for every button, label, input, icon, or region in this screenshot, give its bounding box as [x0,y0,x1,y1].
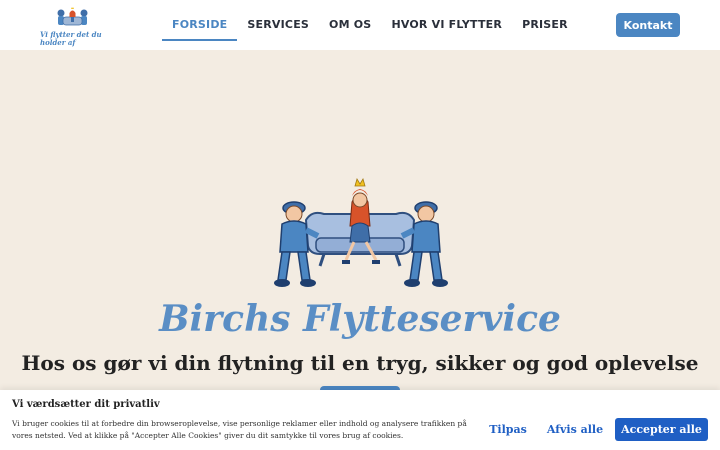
hero-title: Birchs Flytteservice [159,298,561,340]
nav-item-hvor-vi-flytter[interactable]: HVOR VI FLYTTER [381,11,512,41]
logo-tagline: Vi flytter det du holder af [40,30,102,47]
nav-item-om-os[interactable]: OM OS [319,11,381,41]
movers-sofa-icon [274,178,448,287]
nav-item-priser[interactable]: PRISER [512,11,578,41]
site-header: Vi flytter det du holder af FORSIDE SERV… [0,0,720,50]
nav-item-forside[interactable]: FORSIDE [162,11,238,41]
nav-item-services[interactable]: SERVICES [237,11,319,41]
cookie-customize-button[interactable]: Tilpas [484,418,532,440]
contact-button[interactable]: Kontakt [616,13,680,37]
movers-sofa-illustration [272,176,448,294]
cookie-accept-button[interactable]: Accepter alle [615,418,708,441]
hero-subtitle: Hos os gør vi din flytning til en tryg, … [21,351,699,375]
main-nav: FORSIDE SERVICES OM OS HVOR VI FLYTTER P… [162,11,578,41]
cookie-title: Vi værdsætter dit privatliv [12,399,160,410]
cookie-reject-button[interactable]: Afvis alle [542,418,608,440]
cookie-text: Vi bruger cookies til at forbedre din br… [12,419,467,440]
cookie-banner: Vi værdsætter dit privatliv Vi bruger co… [0,390,720,450]
